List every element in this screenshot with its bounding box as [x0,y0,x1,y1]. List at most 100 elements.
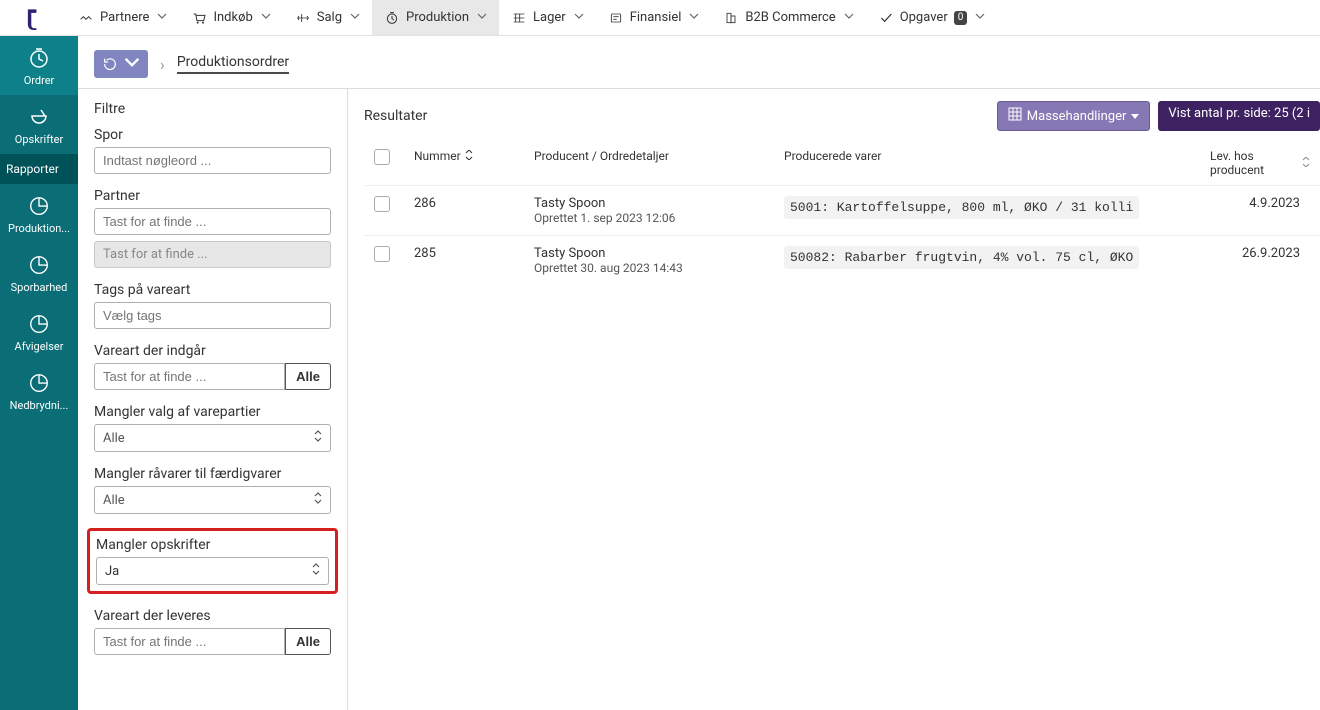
topnav-label: Produktion [406,10,469,25]
row-checkbox[interactable] [374,196,390,212]
filter-label: Vareart der leveres [94,608,331,624]
topnav-b2b[interactable]: B2B Commerce [711,0,865,35]
chevron-right-icon: › [160,55,165,74]
partner-input[interactable] [94,208,331,235]
clock-icon [384,10,400,26]
filter-spor: Spor [94,127,331,174]
cell-produceret: 50082: Rabarber frugtvin, 4% vol. 75 cl,… [784,246,1139,269]
filter-tags: Tags på vareart [94,282,331,329]
topnav-produktion[interactable]: Produktion [372,0,499,35]
breadcrumb: › Produktionsordrer [78,36,1320,89]
filter-label: Mangler valg af varepartier [94,404,331,420]
mangler-valg-select[interactable]: Alle [94,424,331,452]
sort-icon[interactable] [465,149,473,163]
select-arrows-icon [312,563,320,579]
clock-icon [27,46,51,70]
vareart-ind-alle-btn[interactable]: Alle [285,363,331,390]
results-panel: Resultater Massehandlinger Vist antal pr… [348,89,1320,710]
mortar-icon [27,105,51,129]
leftnav-sporbarhed[interactable]: Sporbarhed [0,243,78,302]
leftnav-opskrifter[interactable]: Opskrifter [0,95,78,154]
chevron-down-icon [350,10,360,25]
select-value: Alle [103,431,125,446]
table-row[interactable]: 285 Tasty Spoon Oprettet 30. aug 2023 14… [364,236,1320,286]
mass-actions-button[interactable]: Massehandlinger [997,101,1151,131]
vareart-lev-alle-btn[interactable]: Alle [285,628,331,655]
history-button[interactable] [94,50,148,78]
leftnav-label: Afvigelser [15,340,64,353]
filter-mangler-opskrifter: Mangler opskrifter Ja [87,528,338,594]
cell-nummer: 286 [404,186,524,236]
building-icon [723,10,739,26]
topnav-label: Lager [533,10,566,25]
select-arrows-icon [314,430,322,446]
filter-mangler-valg: Mangler valg af varepartier Alle [94,404,331,452]
vareart-lev-input[interactable] [94,628,285,655]
select-arrows-icon [314,492,322,508]
cell-created: Oprettet 1. sep 2023 12:06 [534,211,764,225]
partner-input-disabled: Tast for at finde ... [94,241,331,268]
filter-label: Vareart der indgår [94,343,331,359]
check-icon [878,10,894,26]
top-nav-items: Partnere Indkøb Salg Produktion Lager Fi… [66,0,997,35]
leftnav-afvigelser[interactable]: Afvigelser [0,302,78,361]
leftnav-label: Produktion... [8,222,70,235]
topnav-label: B2B Commerce [745,10,835,25]
col-lev[interactable]: Lev. hos producent [1210,149,1298,177]
sort-icon[interactable] [1302,156,1310,170]
leftnav-ordrer[interactable]: Ordrer [0,36,78,95]
filter-label: Partner [94,188,331,204]
pie-icon [27,371,51,395]
topnav-finansiel[interactable]: Finansiel [596,0,712,35]
topnav-partnere[interactable]: Partnere [66,0,179,35]
history-icon [102,56,118,72]
page-size-button[interactable]: Vist antal pr. side: 25 (2 i [1158,101,1320,131]
caret-down-icon [1131,109,1139,124]
leftnav-produktion[interactable]: Produktion... [0,184,78,243]
coins-icon [295,10,311,26]
mangler-raavarer-select[interactable]: Alle [94,486,331,514]
select-all-checkbox[interactable] [374,149,390,165]
col-nummer[interactable]: Nummer [414,149,461,163]
table-row[interactable]: 286 Tasty Spoon Oprettet 1. sep 2023 12:… [364,186,1320,236]
topnav-label: Salg [317,10,342,25]
leftnav-label: Opskrifter [15,133,63,146]
select-value: Ja [105,564,119,579]
chevron-down-icon [124,54,140,74]
chevron-down-icon [477,10,487,25]
row-checkbox[interactable] [374,246,390,262]
vareart-ind-input[interactable] [94,363,285,390]
results-table: Nummer Producent / Ordredetaljer Produce… [364,141,1320,285]
chevron-down-icon [261,10,271,25]
top-nav: Partnere Indkøb Salg Produktion Lager Fi… [0,0,1320,36]
spor-input[interactable] [94,147,331,174]
filter-label: Tags på vareart [94,282,331,298]
topnav-lager[interactable]: Lager [499,0,596,35]
chevron-down-icon [975,10,985,25]
finance-icon [608,10,624,26]
leftnav-nedbrydning[interactable]: Nedbrydni... [0,361,78,420]
tags-input[interactable] [94,302,331,329]
pie-icon [27,312,51,336]
opgaver-badge: 0 [954,11,968,25]
grid-icon [1008,107,1022,125]
leftnav-label: Nedbrydni... [10,399,69,412]
leftnav-rapporter-header: Rapporter [0,154,78,184]
leftnav-label: Ordrer [24,74,55,87]
brand-logo [15,0,51,35]
filter-vareart-leveres: Vareart der leveres Alle [94,608,331,655]
filter-vareart-indgaar: Vareart der indgår Alle [94,343,331,390]
cart-icon [191,10,207,26]
filter-partner: Partner Tast for at finde ... [94,188,331,268]
topnav-indkob[interactable]: Indkøb [179,0,282,35]
col-producent: Producent / Ordredetaljer [524,141,774,186]
topnav-salg[interactable]: Salg [283,0,372,35]
topnav-opgaver[interactable]: Opgaver 0 [866,0,998,35]
cell-producent: Tasty Spoon [534,196,764,211]
mangler-opskrifter-select[interactable]: Ja [96,557,329,585]
left-nav: Ordrer Opskrifter Rapporter Produktion..… [0,36,78,710]
cell-produceret: 5001: Kartoffelsuppe, 800 ml, ØKO / 31 k… [784,196,1139,219]
breadcrumb-current: Produktionsordrer [177,54,289,74]
topnav-label: Partnere [100,10,149,25]
chevron-down-icon [574,10,584,25]
